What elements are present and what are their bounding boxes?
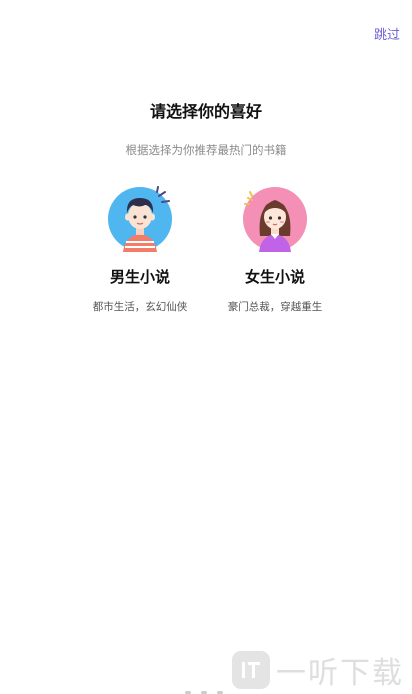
female-avatar-icon: [243, 187, 307, 252]
male-avatar-icon: [108, 186, 172, 252]
female-novel-desc: 豪门总裁，穿越重生: [227, 301, 323, 313]
male-novel-title: 男生小说: [109, 268, 170, 286]
skip-button[interactable]: 跳过: [374, 24, 400, 43]
page-title: 请选择你的喜好: [149, 102, 262, 121]
page-subtitle: 根据选择为你推荐最热门的书籍: [125, 143, 287, 157]
watermark-logo-icon: [232, 651, 270, 689]
female-novel-title: 女生小说: [244, 268, 305, 286]
male-novel-desc: 都市生活，玄幻仙侠: [92, 301, 188, 313]
male-novel-option[interactable]: 男生小说 都市生活，玄幻仙侠: [70, 186, 210, 314]
female-novel-option[interactable]: 女生小说 豪门总裁，穿越重生: [205, 186, 345, 314]
watermark: 一听下载: [232, 648, 404, 692]
watermark-text: 一听下载: [276, 656, 404, 691]
preference-screen: 跳过 请选择你的喜好 根据选择为你推荐最热门的书籍 男生小说 都市生活，玄幻仙侠…: [0, 0, 412, 694]
